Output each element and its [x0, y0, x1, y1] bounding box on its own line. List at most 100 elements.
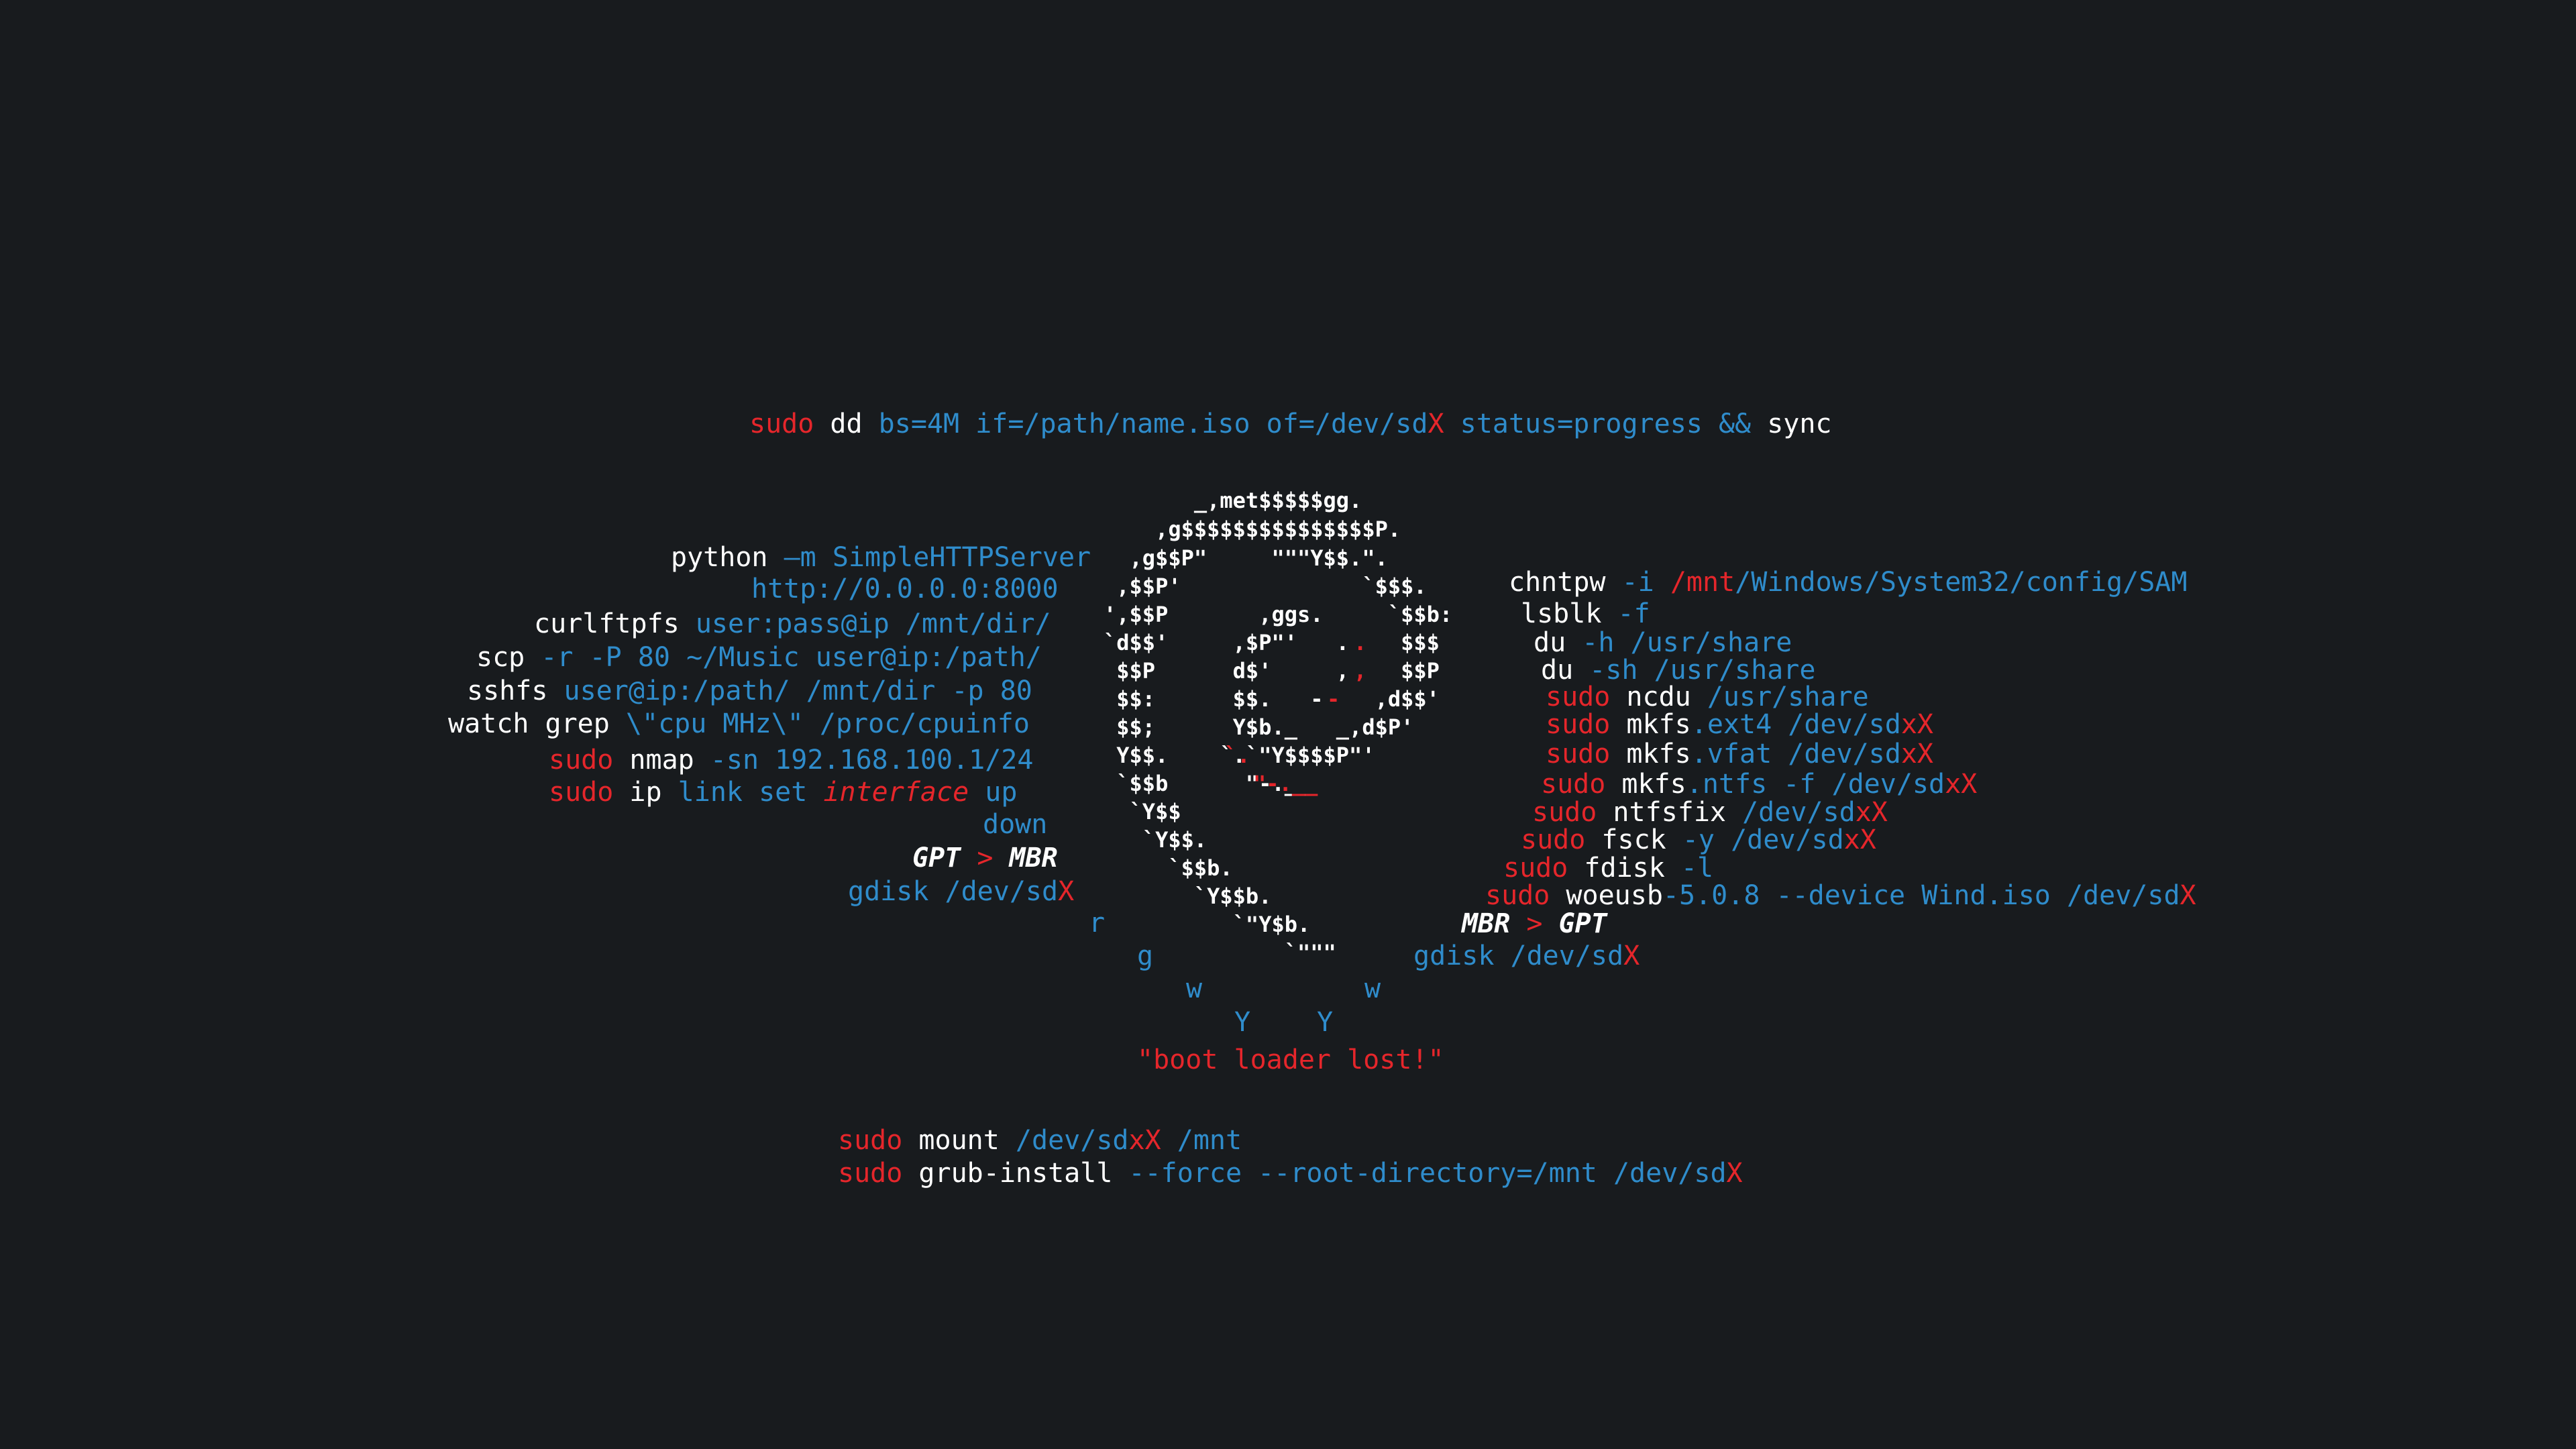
grub-cmd: grub-install	[902, 1158, 1129, 1189]
mbr-label: MBR	[1009, 843, 1058, 873]
chntpw-flag: -i	[1621, 567, 1670, 598]
fsck-cmd: fsck	[1585, 824, 1682, 855]
gpt-to-mbr: GPT > MBR	[912, 842, 1058, 874]
ascii-art-line: ,$$P' `$$$.	[1104, 574, 1427, 599]
sudo-keyword: sudo	[838, 1125, 903, 1156]
mount-cmd: mount	[902, 1125, 1016, 1156]
chntpw-path: /Windows/System32/config/SAM	[1735, 567, 2188, 598]
nmap-command: sudo nmap -sn 192.168.100.1/24	[549, 744, 1033, 776]
lsblk-command: lsblk -f	[1521, 598, 1650, 630]
watch-cmd: watch grep	[448, 708, 626, 739]
fsck-command: sudo fsck -y /dev/sdxX	[1521, 824, 1876, 856]
sshfs-cmd: sshfs	[467, 676, 564, 706]
sudo-keyword: sudo	[1546, 739, 1611, 769]
letter-w-right: w	[1364, 973, 1381, 1004]
ascii-art-line: $$P d$' , $$P	[1104, 658, 1440, 684]
python-cmd: python	[671, 542, 784, 573]
python-command: python —m SimpleHTTPServer	[671, 541, 1091, 574]
curlftpfs-args: user:pass@ip /mnt/dir/	[695, 608, 1051, 639]
woeusb-command: sudo woeusb-5.0.8 --device Wind.iso /dev…	[1485, 879, 2196, 912]
python-args: —m SimpleHTTPServer	[784, 542, 1091, 573]
sudo-keyword: sudo	[1546, 709, 1611, 740]
mbr-to-gpt: MBR > GPT	[1462, 908, 1607, 940]
sudo-keyword: sudo	[1485, 880, 1550, 911]
woeusb-cmd: woeusb	[1550, 880, 1663, 911]
gpt-label: GPT	[1558, 908, 1607, 939]
ip-interface: interface	[823, 777, 969, 808]
ascii-art-line: ,g$$$$$$$$$$$$$$$P.	[1104, 517, 1401, 542]
mkfs-ntfs-command: sudo mkfs.ntfs -f /dev/sdxX	[1541, 768, 1977, 800]
sudo-keyword: sudo	[749, 409, 814, 439]
mkfs-cmd: mkfs	[1610, 709, 1691, 740]
sshfs-args: user@ip:/path/ /mnt/dir -p 80	[564, 676, 1032, 706]
dd-device-suffix: X	[1428, 409, 1444, 439]
device-suffix: xX	[1945, 769, 1978, 800]
ip-command: sudo ip link set interface up	[549, 776, 1017, 808]
dd-command: sudo dd bs=4M if=/path/name.iso of=/dev/…	[749, 408, 1832, 440]
curlftpfs-cmd: curlftpfs	[534, 608, 696, 639]
ip-up: up	[969, 777, 1018, 808]
gdisk-right-command: gdisk /dev/sdX	[1413, 940, 1640, 972]
sudo-keyword: sudo	[1521, 824, 1586, 855]
ascii-art-line: `Y$$	[1104, 799, 1181, 824]
device-suffix: xX	[1900, 739, 1933, 769]
lsblk-args: -f	[1617, 598, 1650, 629]
scp-cmd: scp	[476, 642, 541, 673]
watch-command: watch grep \"cpu MHz\" /proc/cpuinfo	[448, 708, 1030, 740]
chntpw-command: chntpw -i /mnt/Windows/System32/config/S…	[1509, 566, 2187, 598]
sudo-keyword: sudo	[838, 1158, 903, 1189]
nmap-cmd: nmap	[613, 745, 710, 775]
gpt-label: GPT	[912, 843, 961, 873]
boot-loader-lost: "boot loader lost!"	[1137, 1044, 1444, 1075]
letter-y-right: Y	[1317, 1007, 1334, 1038]
arrow: >	[1510, 908, 1559, 939]
ascii-art-line: $$; Y$b._ _,d$P'	[1104, 714, 1414, 740]
ascii-art-line: `"Y$b.	[1104, 912, 1311, 937]
mount-device: /dev/sd	[1015, 1125, 1129, 1156]
grub-args: --force --root-directory=/mnt /dev/sd	[1128, 1158, 1727, 1189]
dd-cmd: dd	[814, 409, 879, 439]
device-suffix: X	[1726, 1158, 1743, 1189]
sshfs-command: sshfs user@ip:/path/ /mnt/dir -p 80	[467, 675, 1032, 707]
mkfs-cmd: mkfs	[1605, 769, 1686, 800]
chntpw-mnt: /mnt	[1670, 567, 1735, 598]
mkfs-ntfs-args: .ntfs -f /dev/sd	[1686, 769, 1945, 800]
letter-w-left: w	[1186, 973, 1203, 1004]
ip-cmd: ip	[613, 777, 678, 808]
ascii-art-line: `Y$$b.	[1104, 883, 1272, 909]
mkfs-ext4-command: sudo mkfs.ext4 /dev/sdxX	[1546, 708, 1933, 741]
device-suffix: xX	[1128, 1125, 1161, 1156]
http-url: http://0.0.0.0:8000	[751, 574, 1059, 604]
mkfs-vfat-command: sudo mkfs.vfat /dev/sdxX	[1546, 738, 1933, 770]
ascii-art-line: ',$$P ,ggs. `$$b:	[1104, 602, 1453, 627]
sudo-keyword: sudo	[549, 745, 614, 775]
gdisk-args: gdisk /dev/sd	[1413, 941, 1624, 971]
ip-down: down	[983, 809, 1048, 840]
nmap-args: -sn 192.168.100.1/24	[710, 745, 1034, 775]
letter-r: r	[1089, 908, 1106, 938]
letter-g: g	[1137, 941, 1154, 971]
device-suffix: X	[2180, 880, 2196, 911]
ascii-red-comma: ,	[1354, 658, 1367, 684]
ascii-art-line: _,met$$$$$gg.	[1104, 488, 1362, 513]
ascii-red-dot: .	[1354, 630, 1367, 655]
scp-args: -r -P 80 ~/Music user@ip:/path/	[541, 642, 1042, 673]
gdisk-args: gdisk /dev/sd	[848, 876, 1059, 907]
mbr-label: MBR	[1462, 908, 1511, 939]
dd-sync: sync	[1767, 409, 1832, 439]
scp-command: scp -r -P 80 ~/Music user@ip:/path/	[476, 641, 1042, 674]
dd-status: status=progress &&	[1444, 409, 1768, 439]
ascii-art-line: `d$$' ,$P"' . $$$	[1104, 630, 1440, 655]
dd-args: bs=4M if=/path/name.iso of=/dev/sd	[878, 409, 1428, 439]
wallpaper-canvas: sudo dd bs=4M if=/path/name.iso of=/dev/…	[0, 0, 2576, 1449]
gdisk-device-suffix: X	[1623, 941, 1640, 971]
ascii-red-dash: -	[1327, 686, 1340, 712]
letter-y-left: Y	[1234, 1007, 1251, 1038]
fsck-args: -y /dev/sd	[1682, 824, 1844, 855]
ascii-art-line: ,g$$P" """Y$$.".	[1104, 545, 1388, 571]
sudo-keyword: sudo	[549, 777, 614, 808]
mkfs-ext4-args: .ext4 /dev/sd	[1690, 709, 1901, 740]
mount-command: sudo mount /dev/sdxX /mnt	[838, 1124, 1242, 1157]
watch-args: \"cpu MHz\" /proc/cpuinfo	[625, 708, 1030, 739]
mkfs-vfat-args: .vfat /dev/sd	[1690, 739, 1901, 769]
